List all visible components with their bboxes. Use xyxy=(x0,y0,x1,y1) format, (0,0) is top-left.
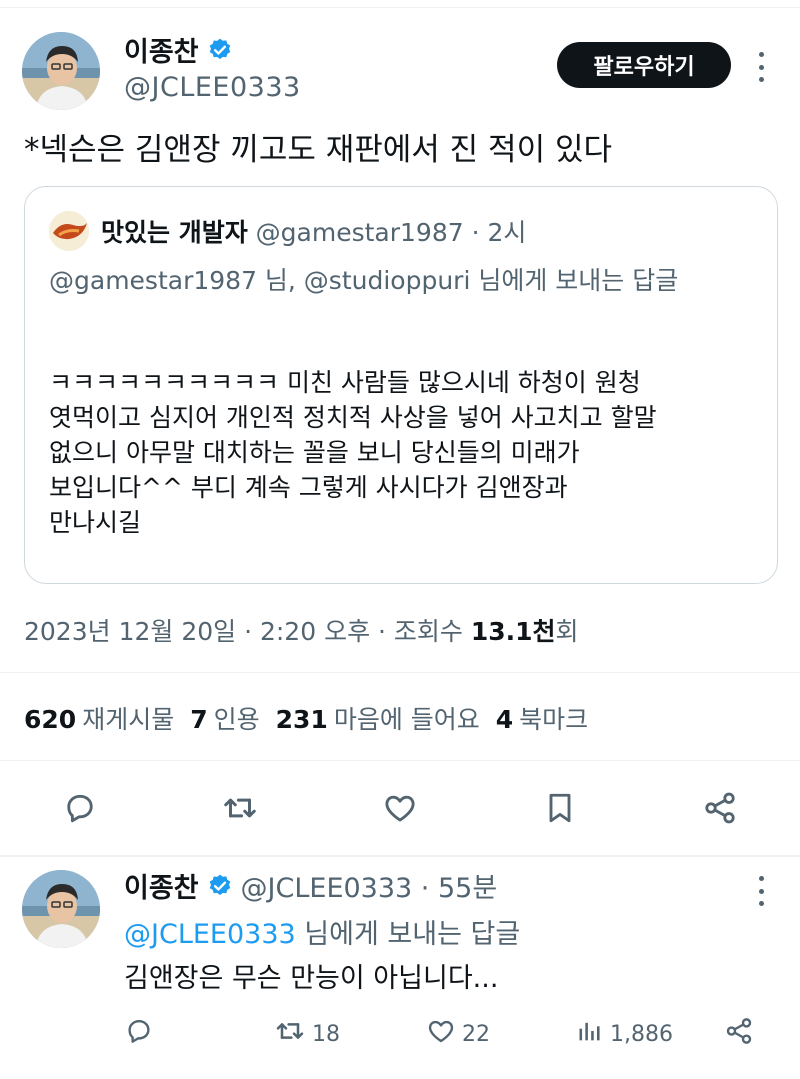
quoted-author-meta: @gamestar1987 · 2시 xyxy=(255,218,527,247)
share-icon[interactable] xyxy=(698,786,742,830)
retweet-icon[interactable] xyxy=(218,786,262,830)
stat-label: 인용 xyxy=(213,705,260,734)
reply-share-button[interactable] xyxy=(724,1012,754,1056)
top-divider xyxy=(0,0,800,8)
quoted-author-avatar[interactable] xyxy=(49,211,89,251)
author-name[interactable]: 이종찬 xyxy=(124,30,199,69)
section-divider xyxy=(0,855,800,857)
reply-author-avatar[interactable] xyxy=(22,870,100,948)
reply-icon xyxy=(124,1016,154,1052)
quoted-body-line: 없으니 아무말 대치하는 꼴을 보니 당신들의 미래가 xyxy=(49,438,580,467)
engagement-stats: 620 재게시물 7 인용 231 마음에 들어요 4 북마크 xyxy=(24,700,588,736)
reply-reply-button[interactable] xyxy=(124,1012,154,1056)
reply-author-name[interactable]: 이종찬 xyxy=(124,866,199,905)
reply-like-button[interactable]: 22 xyxy=(426,1012,490,1056)
reply-context: @JCLEE0333 님에게 보내는 답글 xyxy=(124,912,520,951)
author-handle[interactable]: @JCLEE0333 xyxy=(124,72,301,103)
quoted-body-line: 엿먹이고 심지어 개인적 정치적 사상을 넣어 사고치고 할말 xyxy=(49,403,657,432)
stat-number: 231 xyxy=(275,705,328,734)
more-options-icon[interactable] xyxy=(756,876,766,906)
stat-label: 재게시물 xyxy=(82,705,175,734)
stat-bookmarks[interactable]: 4 북마크 xyxy=(496,700,588,736)
quoted-tweet-card[interactable]: 맛있는 개발자 @gamestar1987 · 2시 @gamestar1987… xyxy=(24,186,778,584)
reply-icon[interactable] xyxy=(58,786,102,830)
more-options-icon[interactable] xyxy=(756,52,766,82)
stat-label: 북마크 xyxy=(519,705,589,734)
like-count: 22 xyxy=(462,1021,490,1047)
quoted-body: ㅋㅋㅋㅋㅋㅋㅋㅋㅋㅋ 미친 사람들 많으시네 하청이 원청 엿먹이고 심지어 개… xyxy=(49,365,769,540)
timestamp-text: 2023년 12월 20일 · 2:20 오후 · 조회수 xyxy=(24,617,471,646)
view-count: 1,886 xyxy=(610,1021,673,1047)
analytics-icon xyxy=(576,1017,604,1051)
stat-number: 7 xyxy=(190,705,208,734)
like-icon[interactable] xyxy=(378,786,422,830)
stat-likes[interactable]: 231 마음에 들어요 xyxy=(276,700,480,736)
tweet-action-bar xyxy=(0,780,800,840)
view-suffix: 회 xyxy=(555,617,579,646)
stat-quotes[interactable]: 7 인용 xyxy=(190,700,259,736)
verified-badge-icon xyxy=(207,37,233,63)
stat-number: 620 xyxy=(24,705,77,734)
tweet-text: *넥슨은 김앤장 끼고도 재판에서 진 적이 있다 xyxy=(24,132,612,168)
verified-badge-icon xyxy=(207,873,233,899)
stat-label: 마음에 들어요 xyxy=(333,705,480,734)
reply-text: 김앤장은 무슨 만능이 아닙니다... xyxy=(124,963,499,994)
share-icon xyxy=(724,1016,754,1052)
quoted-author-name[interactable]: 맛있는 개발자 xyxy=(101,218,248,247)
retweet-icon xyxy=(274,1015,306,1053)
quoted-body-line: 만나시길 xyxy=(49,508,142,537)
quoted-reply-context: @gamestar1987 님, @studioppuri 님에게 보내는 답글 xyxy=(49,266,679,295)
reply-mention-link[interactable]: @JCLEE0333 xyxy=(124,919,296,950)
bookmark-icon[interactable] xyxy=(538,786,582,830)
reply-author-meta: @JCLEE0333 · 55분 xyxy=(240,873,498,904)
follow-button[interactable]: 팔로우하기 xyxy=(557,42,731,88)
divider xyxy=(0,672,800,673)
quoted-header: 맛있는 개발자 @gamestar1987 · 2시 xyxy=(101,213,526,249)
retweet-count: 18 xyxy=(312,1021,340,1047)
author-avatar[interactable] xyxy=(22,32,100,110)
stat-number: 4 xyxy=(495,705,514,734)
reply-header: 이종찬 @JCLEE0333 · 55분 xyxy=(124,866,497,905)
quoted-body-line: ㅋㅋㅋㅋㅋㅋㅋㅋㅋㅋ 미친 사람들 많으시네 하청이 원청 xyxy=(49,368,641,397)
like-icon xyxy=(426,1016,456,1052)
tweet-timestamp[interactable]: 2023년 12월 20일 · 2:20 오후 · 조회수 13.1천회 xyxy=(24,612,579,648)
author-name-row[interactable]: 이종찬 xyxy=(124,30,233,69)
reply-retweet-button[interactable]: 18 xyxy=(274,1012,340,1056)
stat-reposts[interactable]: 620 재게시물 xyxy=(24,700,174,736)
reply-views-button[interactable]: 1,886 xyxy=(576,1012,673,1056)
reply-context-suffix: 님에게 보내는 답글 xyxy=(295,919,521,950)
reply-action-bar: 18 22 1,886 xyxy=(124,1012,784,1056)
quoted-body-line: 보입니다^^ 부디 계속 그렇게 사시다가 김앤장과 xyxy=(49,473,568,502)
divider xyxy=(0,760,800,761)
view-count: 13.1천 xyxy=(470,617,556,646)
